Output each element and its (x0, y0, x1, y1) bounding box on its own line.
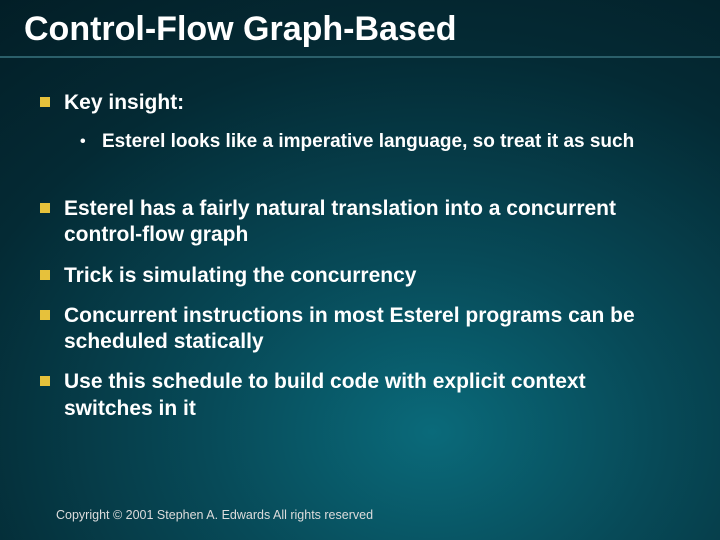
bullet-text: Key insight: (64, 90, 184, 116)
bullet-text: Concurrent instructions in most Esterel … (64, 303, 680, 356)
slide-body: Key insight: • Esterel looks like a impe… (40, 90, 680, 490)
bullet-item: Trick is simulating the concurrency (40, 263, 680, 289)
bullet-text: Use this schedule to build code with exp… (64, 369, 680, 422)
bullet-item: Esterel has a fairly natural translation… (40, 196, 680, 249)
bullet-item: Key insight: (40, 90, 680, 116)
square-bullet-icon (40, 270, 50, 280)
square-bullet-icon (40, 310, 50, 320)
slide: Control-Flow Graph-Based Key insight: • … (0, 0, 720, 540)
square-bullet-icon (40, 97, 50, 107)
bullet-text: Esterel has a fairly natural translation… (64, 196, 680, 249)
spacer (40, 168, 680, 196)
square-bullet-icon (40, 376, 50, 386)
slide-title: Control-Flow Graph-Based (24, 10, 696, 55)
square-bullet-icon (40, 203, 50, 213)
title-underline (0, 56, 720, 58)
bullet-text: Trick is simulating the concurrency (64, 263, 416, 289)
copyright-footer: Copyright © 2001 Stephen A. Edwards All … (56, 508, 373, 522)
sub-bullet-item: • Esterel looks like a imperative langua… (80, 130, 680, 154)
sub-bullet-text: Esterel looks like a imperative language… (102, 130, 634, 154)
bullet-item: Use this schedule to build code with exp… (40, 369, 680, 422)
dot-bullet-icon: • (80, 132, 90, 152)
bullet-item: Concurrent instructions in most Esterel … (40, 303, 680, 356)
